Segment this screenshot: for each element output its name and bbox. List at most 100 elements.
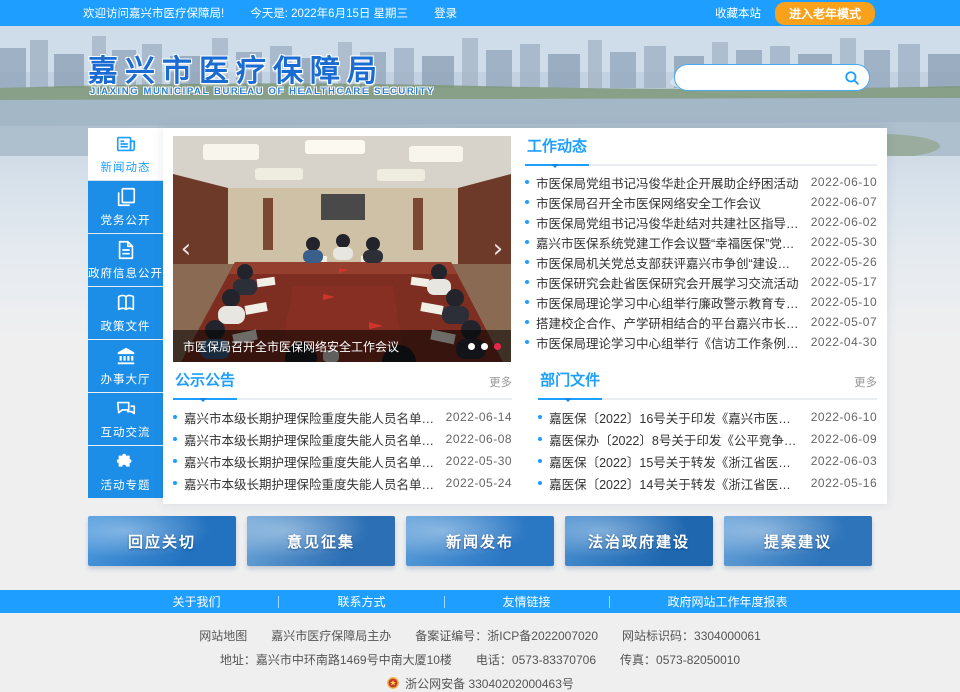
- list-item[interactable]: 市医保局理论学习中心组举行廉政警示教育专题学习...2022-05-10: [525, 292, 877, 312]
- newspaper-icon: [115, 133, 137, 155]
- carousel-prev-icon[interactable]: ‹: [175, 227, 197, 271]
- carousel-next-icon[interactable]: ›: [487, 227, 509, 271]
- quick-link-opinions[interactable]: 意见征集: [247, 516, 395, 566]
- carousel-dot-2[interactable]: [481, 343, 488, 350]
- bullet-icon: [525, 200, 529, 204]
- footer-meta-line1: 网站地图嘉兴市医疗保障局主办备案证编号：浙ICP备2022007020网站标识码…: [0, 627, 960, 644]
- book-icon: [115, 292, 137, 314]
- quick-link-respond[interactable]: 回应关切: [88, 516, 236, 566]
- chat-icon: [115, 398, 137, 420]
- section-notices: 公示公告 更多 嘉兴市本级长期护理保险重度失能人员名单公示（2...2022-0…: [173, 370, 512, 494]
- list-item-title: 市医保局机关党总支部获评嘉兴市争创“建设清廉机...: [536, 253, 801, 272]
- list-item[interactable]: 嘉兴市本级长期护理保险重度失能人员名单公示（2...2022-06-14: [173, 406, 512, 428]
- search-input[interactable]: [687, 71, 843, 85]
- puzzle-icon: [115, 451, 137, 473]
- bullet-icon: [525, 320, 529, 324]
- footer-meta-item: 传真：0573-82050010: [620, 653, 740, 667]
- list-item-date: 2022-06-02: [811, 215, 877, 229]
- list-item-date: 2022-05-07: [811, 315, 877, 329]
- list-item-date: 2022-05-30: [811, 235, 877, 249]
- list-item-title: 市医保局召开全市医保网络安全工作会议: [536, 193, 801, 212]
- footer-meta-item: 地址：嘉兴市中环南路1469号中南大厦10楼: [220, 653, 452, 667]
- elder-mode-button[interactable]: 进入老年模式: [775, 2, 875, 25]
- list-item[interactable]: 市医保局理论学习中心组举行《信访工作条例》专题...2022-04-30: [525, 332, 877, 352]
- bullet-icon: [173, 481, 177, 485]
- quick-link-proposal[interactable]: 提案建议: [724, 516, 872, 566]
- sidebar-item-special[interactable]: 活动专题: [88, 446, 163, 498]
- document-icon: [115, 239, 137, 261]
- list-item[interactable]: 嘉兴市本级长期护理保险重度失能人员名单公示（2...2022-05-24: [173, 472, 512, 494]
- sidebar-item-policy[interactable]: 政策文件: [88, 287, 163, 339]
- quick-links-row: 回应关切 意见征集 新闻发布法治政府建设 提案建议: [88, 516, 872, 566]
- sidebar-item-label: 政策文件: [101, 318, 151, 334]
- footer-meta: 网站地图嘉兴市医疗保障局主办备案证编号：浙ICP备2022007020网站标识码…: [0, 613, 960, 692]
- sidebar-item-label: 新闻动态: [101, 159, 151, 175]
- list-item-title: 嘉医保〔2022〕16号关于印发《嘉兴市医疗保...: [549, 408, 801, 427]
- quick-link-law-gov[interactable]: 法治政府建设: [565, 516, 713, 566]
- police-badge-icon: [386, 676, 400, 690]
- bullet-icon: [173, 415, 177, 419]
- footer-meta-item: 嘉兴市医疗保障局主办: [271, 629, 391, 643]
- list-item-date: 2022-05-24: [446, 476, 512, 490]
- quick-link-label: 意见征集: [287, 531, 355, 552]
- bullet-icon: [525, 300, 529, 304]
- list-item-title: 嘉兴市本级长期护理保险重度失能人员名单公示（2...: [184, 430, 436, 449]
- footer-nav-item[interactable]: 联系方式: [279, 593, 443, 610]
- sidebar-item-party[interactable]: 党务公开: [88, 181, 163, 233]
- list-item-date: 2022-05-26: [811, 255, 877, 269]
- list-item-date: 2022-06-10: [811, 175, 877, 189]
- login-link[interactable]: 登录: [434, 5, 457, 21]
- sidebar-item-interact[interactable]: 互动交流: [88, 393, 163, 445]
- footer-meta-item: 电话：0573-83370706: [476, 653, 596, 667]
- sidebar-item-gov-info[interactable]: 政府信息公开: [88, 234, 163, 286]
- site-title: 嘉兴市医疗保障局: [88, 46, 384, 90]
- quick-link-label: 回应关切: [128, 531, 196, 552]
- list-item-title: 嘉医保〔2022〕14号关于转发《浙江省医疗保...: [549, 474, 801, 493]
- carousel-caption[interactable]: 市医保局召开全市医保网络安全工作会议: [183, 338, 460, 355]
- bullet-icon: [525, 260, 529, 264]
- list-item[interactable]: 嘉医保〔2022〕16号关于印发《嘉兴市医疗保...2022-06-10: [538, 406, 877, 428]
- quick-link-press[interactable]: 新闻发布: [406, 516, 554, 566]
- list-item[interactable]: 嘉兴市本级长期护理保险重度失能人员名单公示（2...2022-05-30: [173, 450, 512, 472]
- sidebar-item-hall[interactable]: 办事大厅: [88, 340, 163, 392]
- bullet-icon: [525, 240, 529, 244]
- carousel-dot-1[interactable]: [468, 343, 475, 350]
- list-item-title: 市医保局理论学习中心组举行廉政警示教育专题学习...: [536, 293, 801, 312]
- favorite-link[interactable]: 收藏本站: [715, 5, 761, 21]
- list-item[interactable]: 嘉兴市医保系统党建工作会议暨“幸福医保”党建联...2022-05-30: [525, 232, 877, 252]
- sidebar-item-news[interactable]: 新闻动态: [88, 128, 163, 180]
- footer-nav-item[interactable]: 政府网站工作年度报表: [610, 593, 846, 610]
- footer-meta-item[interactable]: 网站地图: [199, 629, 247, 643]
- footer-meta-item: 备案证编号：浙ICP备2022007020: [415, 629, 598, 643]
- bullet-icon: [538, 481, 542, 485]
- footer-nav-item[interactable]: 关于我们: [114, 593, 278, 610]
- bank-icon: [115, 345, 137, 367]
- quick-link-label: 提案建议: [764, 531, 832, 552]
- list-item[interactable]: 市医保局党组书记冯俊华赴企开展助企纾困活动2022-06-10: [525, 172, 877, 192]
- list-item[interactable]: 市医保研究会赴省医保研究会开展学习交流活动2022-05-17: [525, 272, 877, 292]
- sidebar-item-label: 党务公开: [101, 212, 151, 228]
- carousel-caption-bar: 市医保局召开全市医保网络安全工作会议: [173, 330, 511, 362]
- list-item[interactable]: 嘉医保办〔2022〕8号关于印发《公平竞争审查...2022-06-09: [538, 428, 877, 450]
- list-item[interactable]: 市医保局机关党总支部获评嘉兴市争创“建设清廉机... 2022-05-26: [525, 252, 877, 272]
- search-icon[interactable]: [843, 69, 861, 87]
- list-item[interactable]: 嘉医保〔2022〕14号关于转发《浙江省医疗保...2022-05-16: [538, 472, 877, 494]
- notices-more-link[interactable]: 更多: [489, 374, 512, 398]
- list-item-date: 2022-04-30: [811, 335, 877, 349]
- carousel-photo[interactable]: [173, 136, 511, 362]
- dept-files-more-link[interactable]: 更多: [854, 374, 877, 398]
- footer-nav-item[interactable]: 友情链接: [445, 593, 609, 610]
- site-subtitle: JIAXING MUNICIPAL BUREAU OF HEALTHCARE S…: [90, 86, 435, 97]
- list-item[interactable]: 嘉医保〔2022〕15号关于转发《浙江省医疗保...2022-06-03: [538, 450, 877, 472]
- carousel-dots: [468, 343, 501, 350]
- dept-files-list: 嘉医保〔2022〕16号关于印发《嘉兴市医疗保...2022-06-10嘉医保办…: [538, 406, 877, 494]
- list-item[interactable]: 嘉兴市本级长期护理保险重度失能人员名单公示（2...2022-06-08: [173, 428, 512, 450]
- list-item[interactable]: 市医保局召开全市医保网络安全工作会议2022-06-07: [525, 192, 877, 212]
- carousel-dot-3[interactable]: [494, 343, 501, 350]
- sidebar-item-label: 活动专题: [101, 477, 151, 493]
- news-carousel: ‹ › 市医保局召开全市医保网络安全工作会议: [173, 136, 511, 362]
- list-item[interactable]: 市医保局党组书记冯俊华赴结对共建社区指导全国文...2022-06-02: [525, 212, 877, 232]
- list-item-title: 嘉兴市本级长期护理保险重度失能人员名单公示（2...: [184, 408, 436, 427]
- list-item-date: 2022-06-09: [811, 432, 877, 446]
- list-item[interactable]: 搭建校企合作、产学研相结合的平台嘉兴市长期护理...2022-05-07: [525, 312, 877, 332]
